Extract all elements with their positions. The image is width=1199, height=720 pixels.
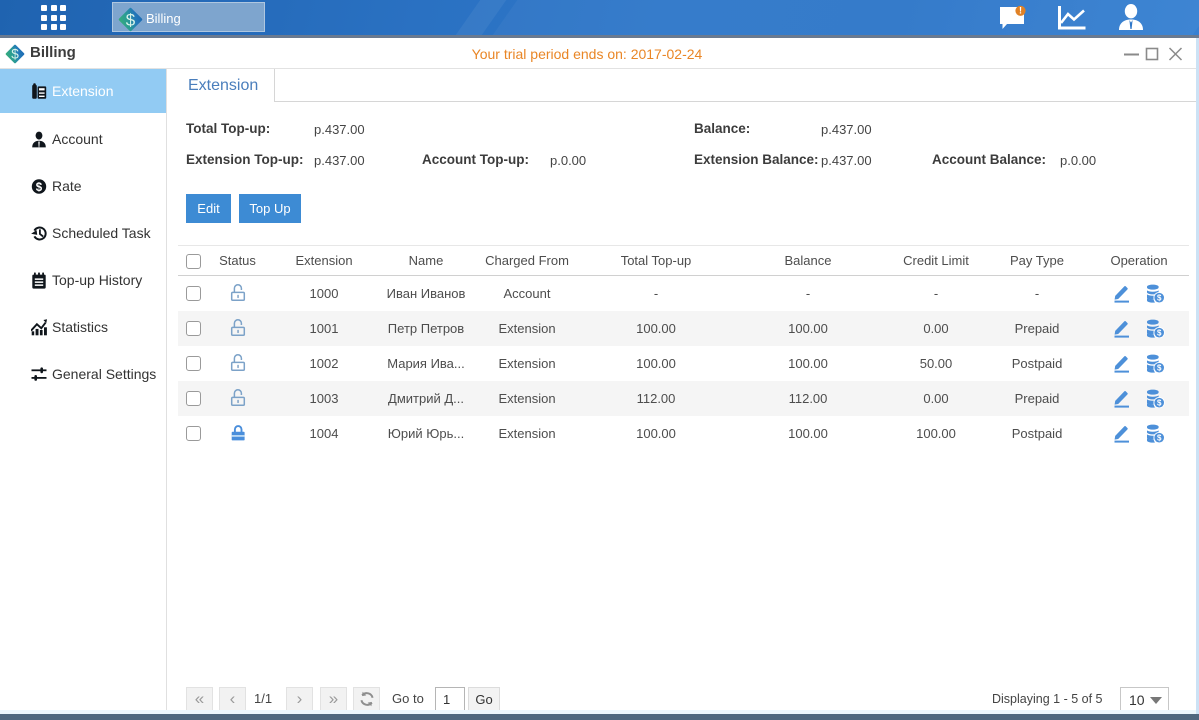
- svg-text:!: !: [1019, 6, 1022, 16]
- svg-text:$: $: [126, 10, 136, 29]
- svg-text:$: $: [36, 182, 43, 194]
